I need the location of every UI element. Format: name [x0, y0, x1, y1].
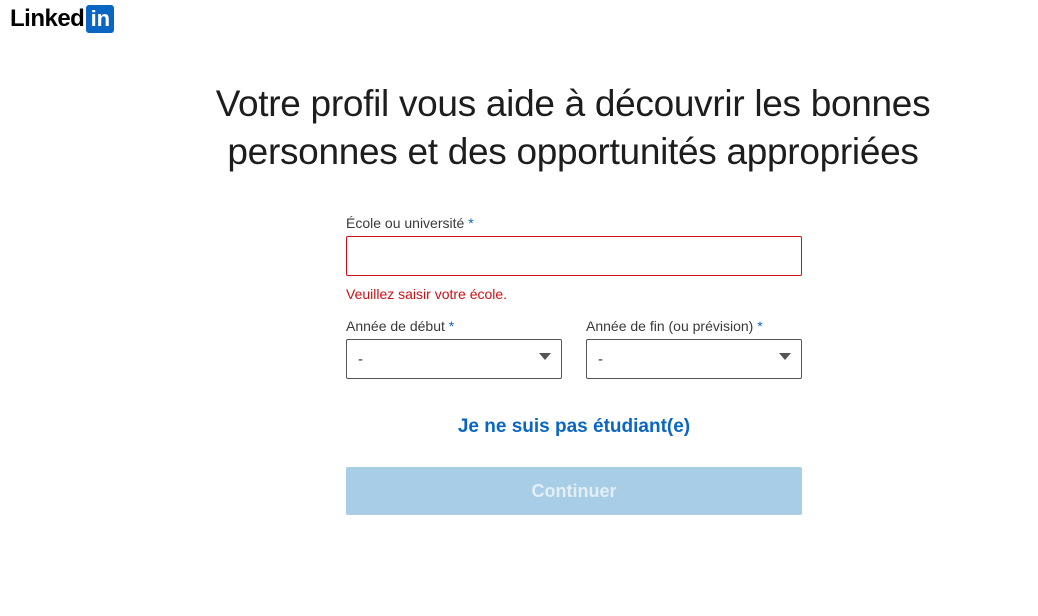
- page-headline: Votre profil vous aide à découvrir les b…: [150, 80, 996, 176]
- linkedin-logo[interactable]: Linked in: [10, 4, 115, 34]
- start-year-label-text: Année de début: [346, 318, 445, 334]
- required-asterisk: *: [757, 318, 763, 334]
- end-year-label-text: Année de fin (ou prévision): [586, 318, 754, 334]
- school-error-message: Veuillez saisir votre école.: [346, 286, 508, 302]
- logo-wordmark: Linked: [10, 5, 85, 32]
- continue-button[interactable]: Continuer: [346, 467, 802, 515]
- logo-in-box: in: [86, 5, 115, 33]
- start-year-label: Année de début *: [346, 317, 454, 335]
- school-field-label: École ou université *: [346, 214, 474, 232]
- not-student-link[interactable]: Je ne suis pas étudiant(e): [346, 414, 802, 440]
- end-year-selected-value: -: [598, 351, 603, 368]
- end-year-label: Année de fin (ou prévision) *: [586, 317, 763, 335]
- school-input[interactable]: [346, 236, 802, 276]
- school-label-text: École ou université: [346, 215, 465, 231]
- start-year-select[interactable]: -: [346, 339, 562, 379]
- headline-line-1: Votre profil vous aide à découvrir les b…: [215, 83, 931, 124]
- start-year-selected-value: -: [358, 351, 363, 368]
- required-asterisk: *: [468, 215, 474, 231]
- required-asterisk: *: [448, 318, 455, 334]
- headline-line-2: personnes et des opportunités appropriée…: [227, 131, 919, 172]
- chevron-down-icon: [539, 353, 551, 360]
- chevron-down-icon: [779, 353, 791, 360]
- end-year-select[interactable]: -: [586, 339, 802, 379]
